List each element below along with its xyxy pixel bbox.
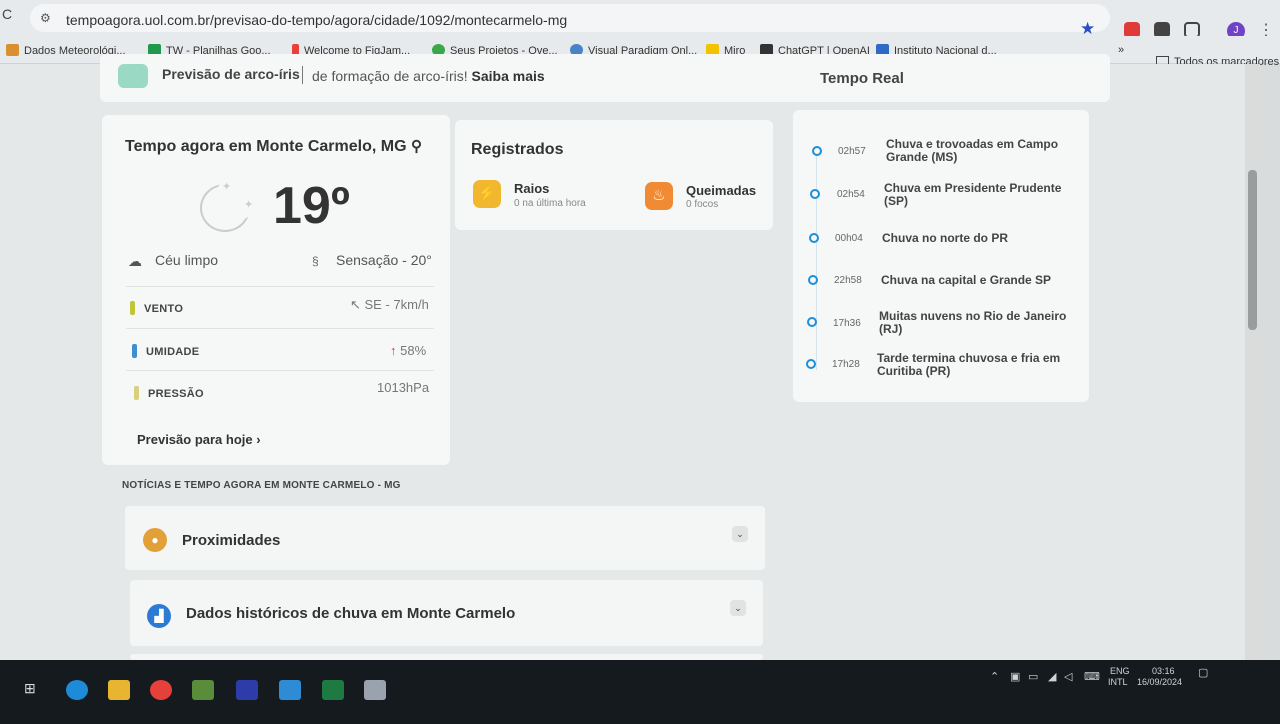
bookmarks-overflow-icon[interactable]: »: [1118, 44, 1124, 56]
site-info-icon[interactable]: ⚙: [40, 11, 51, 25]
battery-icon[interactable]: ▭: [1028, 670, 1038, 683]
weather-title: Tempo agora em Monte Carmelo, MG ⚲: [125, 137, 422, 156]
banner-description: de formação de arco-íris!: [312, 68, 468, 84]
humidity-value-text: 58%: [400, 343, 427, 358]
registered-card: [455, 120, 773, 230]
banner-text: de formação de arco-íris! Saiba mais: [312, 68, 545, 84]
feels-like: Sensação - 20°: [336, 252, 432, 268]
sky-condition: Céu limpo: [155, 252, 219, 268]
forecast-today-link[interactable]: Previsão para hoje ›: [137, 432, 261, 447]
notification-icon[interactable]: ▢: [1198, 666, 1208, 679]
reload-icon[interactable]: C: [2, 6, 12, 22]
timeline-time: 02h54: [837, 189, 865, 200]
keyboard-layout[interactable]: INTL: [1108, 677, 1128, 687]
task-view-icon[interactable]: ⊞: [24, 680, 46, 700]
current-weather-card: [102, 115, 450, 465]
humidity-label: UMIDADE: [146, 346, 200, 358]
timeline-headline[interactable]: Tarde termina chuvosa e fria em Curitiba…: [877, 352, 1067, 378]
divider: [126, 328, 434, 329]
wind-label: VENTO: [144, 303, 184, 315]
registered-title: Registrados: [471, 141, 564, 158]
excel-icon[interactable]: [322, 680, 344, 700]
news-section-title: NOTÍCIAS E TEMPO AGORA EM MONTE CARMELO …: [122, 480, 401, 491]
keyboard-icon[interactable]: ⌨: [1084, 670, 1100, 683]
timeline-headline[interactable]: Chuva em Presidente Prudente (SP): [884, 182, 1074, 208]
input-language[interactable]: ENG: [1110, 666, 1130, 676]
timeline-dot: [807, 317, 817, 327]
timeline-headline[interactable]: Chuva no norte do PR: [882, 232, 1072, 245]
timeline-dot: [806, 359, 816, 369]
star-sparkle-icon: ✦: [244, 199, 254, 211]
url-text[interactable]: tempoagora.uol.com.br/previsao-do-tempo/…: [66, 12, 567, 28]
edge-icon[interactable]: [66, 680, 88, 700]
timeline-dot: [808, 275, 818, 285]
vscode-icon[interactable]: [279, 680, 301, 700]
timeline-dot: [809, 233, 819, 243]
accordion-label: Proximidades: [182, 532, 281, 549]
clock-date[interactable]: 16/09/2024: [1137, 677, 1182, 687]
wifi-icon[interactable]: ◢: [1048, 670, 1056, 683]
location-pin-icon: ⚲: [410, 138, 422, 155]
rainbow-icon: [118, 64, 148, 88]
scrollbar-thumb[interactable]: [1248, 170, 1257, 330]
heat-waves-icon: §: [312, 254, 319, 268]
address-bar-area: C ⚙ tempoagora.uol.com.br/previsao-do-te…: [0, 0, 1280, 40]
wind-tag: [130, 301, 135, 315]
chrome-icon[interactable]: [150, 680, 172, 700]
location-pin-icon: ●: [143, 528, 167, 552]
timeline-line: [816, 150, 817, 370]
tray-app-icon[interactable]: ▣: [1010, 670, 1020, 683]
volume-icon[interactable]: ◁: [1064, 670, 1072, 683]
chevron-right-icon: ›: [256, 432, 261, 447]
raios-label: Raios: [514, 181, 550, 196]
divider: [126, 286, 434, 287]
app-icon[interactable]: [364, 680, 386, 700]
star-sparkle-icon: ✦: [222, 181, 232, 193]
scrollbar[interactable]: [1245, 64, 1260, 660]
accordion-label: Dados históricos de chuva em Monte Carme…: [186, 605, 516, 622]
timeline-time: 00h04: [835, 233, 863, 244]
pressure-value: 1013hPa: [377, 380, 430, 395]
divider: [126, 370, 434, 371]
pressure-label: PRESSÃO: [148, 388, 204, 400]
cloud-icon: ☁: [128, 253, 142, 269]
humidity-tag: [132, 344, 137, 358]
timeline-headline[interactable]: Chuva na capital e Grande SP: [881, 274, 1071, 287]
app-icon[interactable]: [192, 680, 214, 700]
weather-title-text: Tempo agora em Monte Carmelo, MG: [125, 138, 407, 155]
wind-value: ↖ SE - 7km/h: [350, 297, 429, 312]
banner-divider: [302, 66, 303, 84]
bar-chart-icon: ▟: [147, 604, 171, 628]
lightning-icon: ⚡: [473, 180, 501, 208]
timeline-dot: [810, 189, 820, 199]
bookmark-star-icon[interactable]: ★: [1080, 20, 1095, 37]
realtime-title: Tempo Real: [820, 70, 904, 87]
tray-chevron-icon[interactable]: ⌃: [990, 670, 999, 683]
forecast-link-text: Previsão para hoje: [137, 432, 253, 447]
chevron-down-icon[interactable]: ⌄: [732, 526, 748, 542]
pressure-tag: [134, 386, 139, 400]
humidity-value: ↑ 58%: [390, 343, 426, 358]
chevron-down-icon[interactable]: ⌄: [730, 600, 746, 616]
banner-title: Previsão de arco-íris: [162, 66, 300, 82]
timeline-time: 17h28: [832, 359, 860, 370]
queimadas-label: Queimadas: [686, 183, 757, 198]
banner-link[interactable]: Saiba mais: [472, 68, 545, 84]
file-explorer-icon[interactable]: [108, 680, 130, 700]
clock-time[interactable]: 03:16: [1152, 666, 1175, 676]
fire-icon: ♨: [645, 182, 673, 210]
timeline-headline[interactable]: Muitas nuvens no Rio de Janeiro (RJ): [879, 310, 1069, 336]
app-icon[interactable]: [236, 680, 258, 700]
timeline-dot: [812, 146, 822, 156]
timeline-time: 02h57: [838, 146, 866, 157]
temperature: 19º: [273, 177, 350, 235]
timeline-headline[interactable]: Chuva e trovoadas em Campo Grande (MS): [886, 138, 1076, 164]
queimadas-count: 0 focos: [686, 199, 719, 210]
arrow-up-icon: ↑: [390, 343, 397, 358]
timeline-time: 22h58: [834, 275, 862, 286]
timeline-time: 17h36: [833, 318, 861, 329]
raios-count: 0 na última hora: [514, 198, 586, 209]
